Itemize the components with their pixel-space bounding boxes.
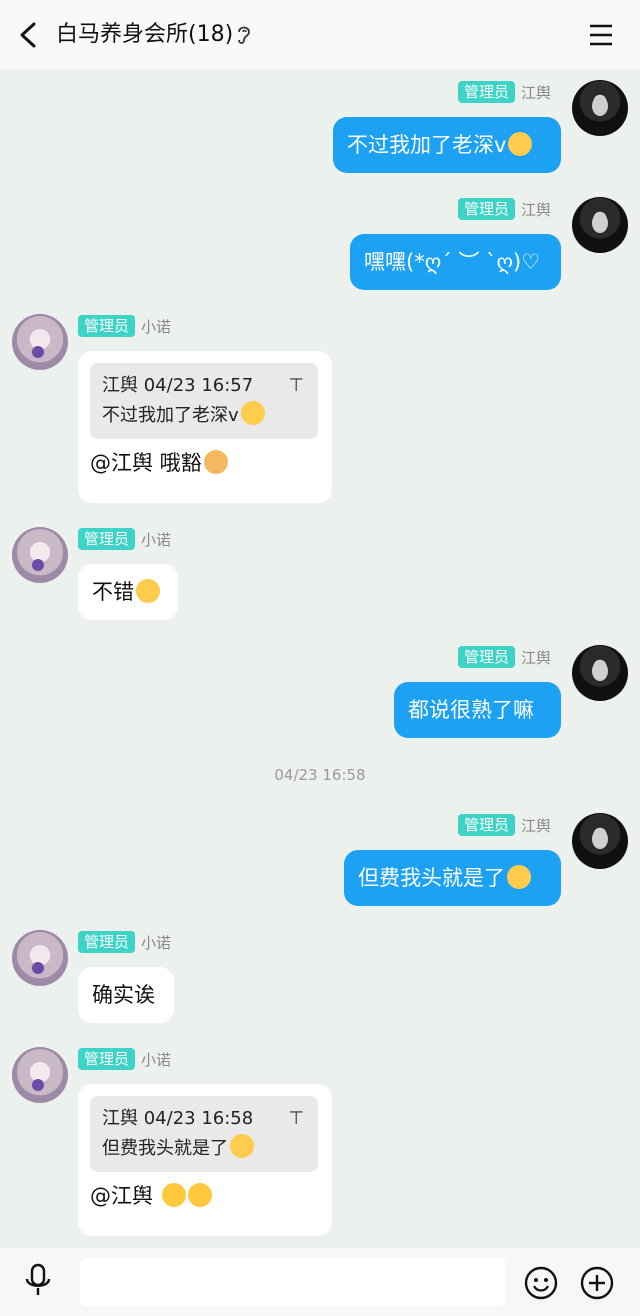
message-bubble[interactable]: 都说很熟了嘛: [394, 682, 561, 738]
message-text: @江舆 哦豁: [90, 451, 202, 475]
message-bubble[interactable]: 但费我头就是了: [344, 850, 561, 906]
dog-emoji-icon: [203, 450, 228, 474]
sender-meta: 管理员 江舆: [458, 645, 551, 669]
message-input[interactable]: [80, 1258, 506, 1306]
message-text: 都说很熟了嘛: [408, 698, 534, 722]
avatar[interactable]: [12, 930, 68, 986]
message-text: 不过我加了老深v: [347, 133, 507, 157]
sender-meta: 管理员 小诺: [78, 1047, 171, 1071]
menu-icon[interactable]: [586, 20, 616, 50]
sender-name: 小诺: [141, 317, 172, 336]
role-badge: 管理员: [78, 1048, 136, 1070]
sender-name: 小诺: [141, 933, 172, 952]
chevron-left-icon[interactable]: [14, 18, 44, 52]
sender-name: 小诺: [141, 530, 172, 549]
message-bubble[interactable]: 江舆 04/23 16:58 ⊤ 但费我头就是了 @江舆: [78, 1084, 332, 1236]
plus-icon[interactable]: [580, 1266, 614, 1300]
jump-to-quote-icon[interactable]: ⊤: [288, 371, 304, 401]
time-divider: 04/23 16:58: [274, 766, 366, 784]
message-bubble[interactable]: 不过我加了老深v: [333, 117, 561, 173]
message-text: 嘿嘿(*ღ´ ︶ `ღ)♡: [364, 250, 541, 274]
ear-icon: [238, 26, 250, 44]
sender-meta: 管理员 江舆: [458, 813, 551, 837]
chat-header: 白马养身会所(18): [0, 0, 640, 70]
smile-icon[interactable]: [524, 1266, 558, 1300]
avatar[interactable]: [572, 80, 628, 136]
message-bubble[interactable]: 江舆 04/23 16:57 ⊤ 不过我加了老深v @江舆 哦豁: [78, 351, 332, 503]
role-badge: 管理员: [458, 198, 516, 220]
role-badge: 管理员: [458, 814, 516, 836]
avatar[interactable]: [12, 314, 68, 370]
emoji-icon: [240, 401, 265, 425]
avatar[interactable]: [572, 645, 628, 701]
sender-meta: 管理员 小诺: [78, 527, 171, 551]
role-badge: 管理员: [78, 315, 136, 337]
jump-to-quote-icon[interactable]: ⊤: [288, 1104, 304, 1134]
quote-author-time: 江舆 04/23 16:57: [102, 375, 254, 396]
sender-meta: 管理员 小诺: [78, 314, 171, 338]
message-text: @江舆: [90, 1184, 153, 1208]
quote-text: 不过我加了老深v: [102, 405, 239, 426]
thinking-emoji-icon: [136, 579, 160, 603]
sender-meta: 管理员 江舆: [458, 80, 551, 104]
laugh-emoji-icon: [161, 1183, 186, 1207]
sender-name: 江舆: [521, 816, 552, 835]
message-bubble[interactable]: 不错: [78, 564, 178, 620]
message-bubble[interactable]: 确实诶: [78, 967, 174, 1023]
sender-name: 江舆: [521, 83, 552, 102]
input-bar: [0, 1248, 640, 1316]
role-badge: 管理员: [458, 81, 516, 103]
quote-text: 但费我头就是了: [102, 1138, 228, 1159]
avatar[interactable]: [572, 813, 628, 869]
message-text: 不错: [92, 580, 134, 604]
emoji-icon: [230, 1134, 254, 1158]
role-badge: 管理员: [78, 931, 136, 953]
role-badge: 管理员: [458, 646, 516, 668]
quote-author-time: 江舆 04/23 16:58: [102, 1108, 254, 1129]
laugh-emoji-icon: [187, 1183, 212, 1207]
emoji-icon: [507, 865, 531, 889]
avatar[interactable]: [12, 1047, 68, 1103]
sender-name: 江舆: [521, 200, 552, 219]
role-badge: 管理员: [78, 528, 136, 550]
sender-name: 江舆: [521, 648, 552, 667]
avatar[interactable]: [12, 527, 68, 583]
message-text: 但费我头就是了: [358, 866, 505, 890]
sender-meta: 管理员 小诺: [78, 930, 171, 954]
message-text: 确实诶: [92, 983, 155, 1007]
sender-name: 小诺: [141, 1050, 172, 1069]
quoted-message[interactable]: 江舆 04/23 16:57 ⊤ 不过我加了老深v: [90, 363, 318, 439]
quoted-message[interactable]: 江舆 04/23 16:58 ⊤ 但费我头就是了: [90, 1096, 318, 1172]
emoji-icon: [508, 132, 533, 156]
microphone-icon[interactable]: [22, 1262, 54, 1298]
avatar[interactable]: [572, 197, 628, 253]
sender-meta: 管理员 江舆: [458, 197, 551, 221]
message-list[interactable]: 管理员 江舆 不过我加了老深v 管理员 江舆 嘿嘿(*ღ´ ︶ `ღ)♡ 管理员…: [0, 70, 640, 1248]
chat-title: 白马养身会所(18): [56, 22, 234, 47]
message-bubble[interactable]: 嘿嘿(*ღ´ ︶ `ღ)♡: [350, 234, 561, 290]
